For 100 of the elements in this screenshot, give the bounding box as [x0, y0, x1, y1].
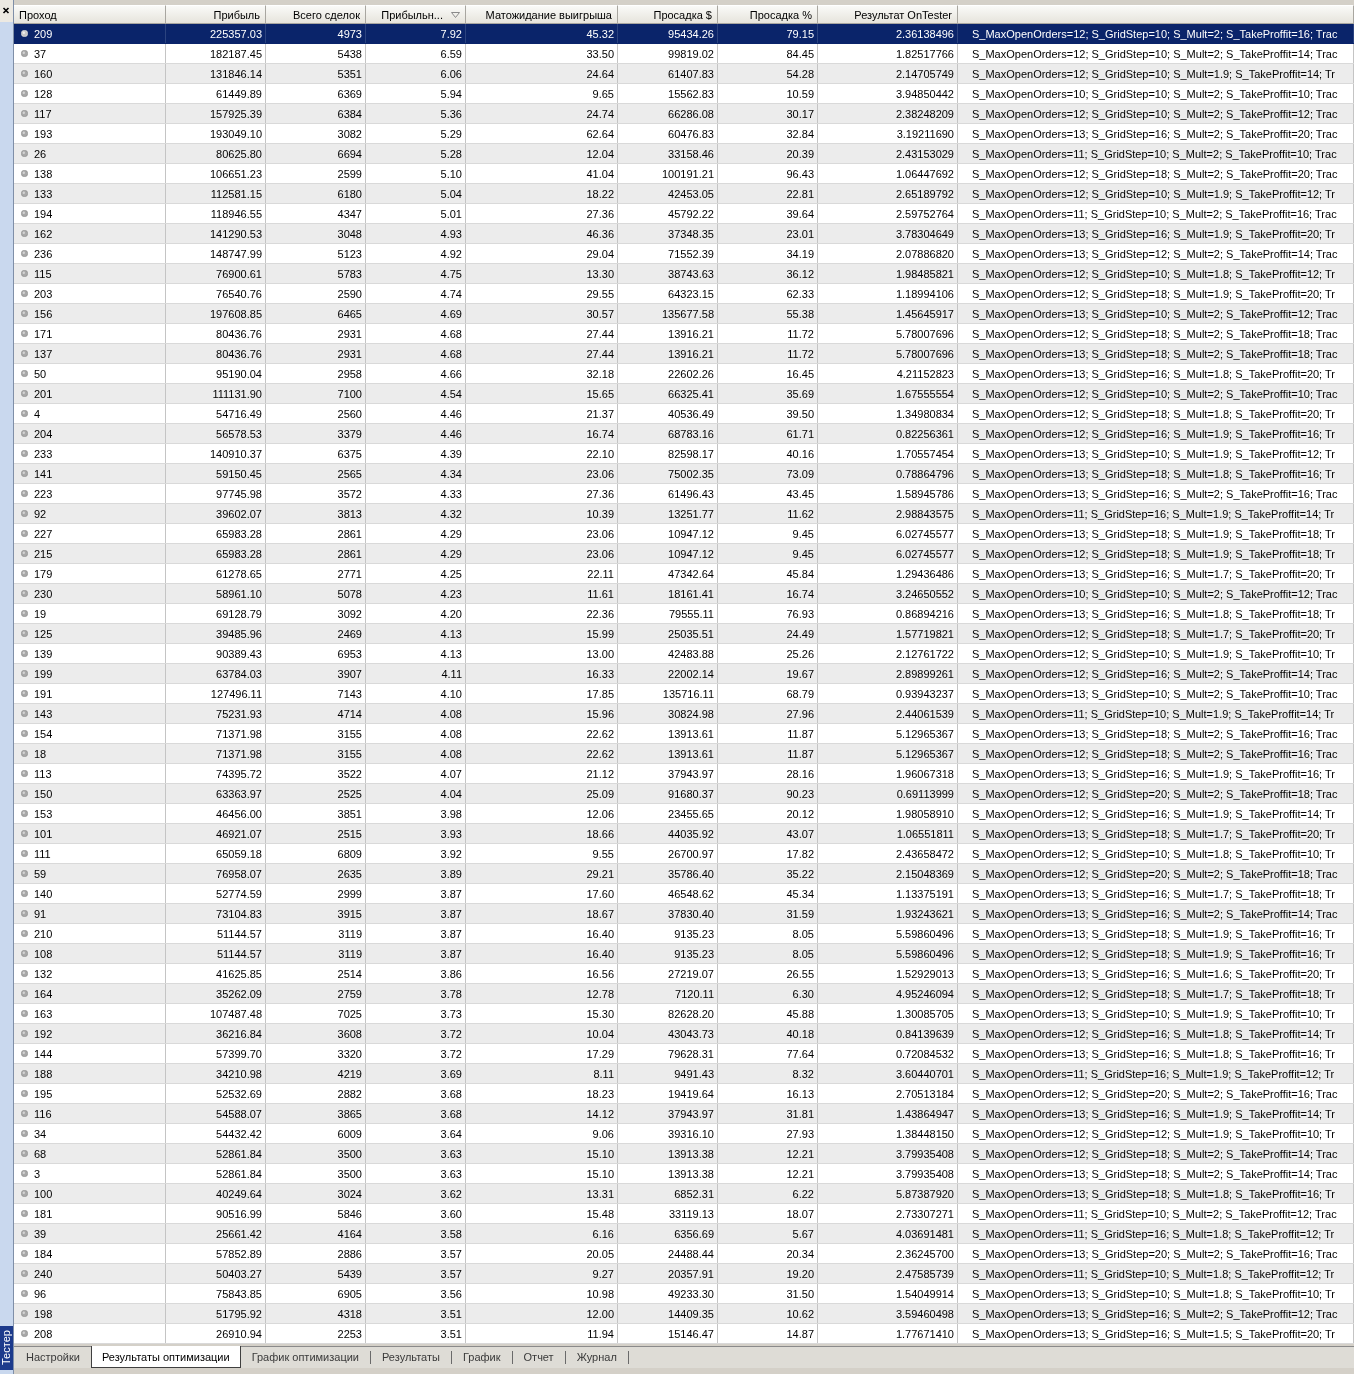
table-row[interactable]: 117 157925.39 6384 5.36 24.74 66286.08 30.17 2.38248209 S_MaxOpenOrders=12; S_GridStep=10; S_Mult=2; S_TakeProffit=12; Trac [14, 104, 1354, 124]
table-row[interactable]: 164 35262.09 2759 3.78 12.78 7120.11 6.30 4.95246094 S_MaxOpenOrders=12; S_GridStep=18; S_Mult=1.7; S_TakeProffit=18; Tr [14, 984, 1354, 1004]
table-row[interactable]: 184 57852.89 2886 3.57 20.05 24488.44 20.34 2.36245700 S_MaxOpenOrders=13; S_GridStep=20; S_Mult=2; S_TakeProffit=16; Trac [14, 1244, 1354, 1264]
table-row[interactable]: 50 95190.04 2958 4.66 32.18 22602.26 16.45 4.21152823 S_MaxOpenOrders=13; S_GridStep=16; S_Mult=1.8; S_TakeProffit=20; Tr [14, 364, 1354, 384]
table-row[interactable]: 233 140910.37 6375 4.39 22.10 82598.17 40.16 1.70557454 S_MaxOpenOrders=13; S_GridStep=10; S_Mult=1.9; S_TakeProffit=12; Tr [14, 444, 1354, 464]
column-header[interactable]: Прибыль [166, 5, 266, 24]
table-row[interactable]: 240 50403.27 5439 3.57 9.27 20357.91 19.20 2.47585739 S_MaxOpenOrders=11; S_GridStep=10; S_Mult=1.8; S_TakeProffit=12; Tr [14, 1264, 1354, 1284]
table-row[interactable]: 116 54588.07 3865 3.68 14.12 37943.97 31.81 1.43864947 S_MaxOpenOrders=13; S_GridStep=16; S_Mult=1.9; S_TakeProffit=14; Tr [14, 1104, 1354, 1124]
table-row[interactable]: 154 71371.98 3155 4.08 22.62 13913.61 11.87 5.12965367 S_MaxOpenOrders=13; S_GridStep=18; S_Mult=2; S_TakeProffit=16; Trac [14, 724, 1354, 744]
table-cell: 22.62 [466, 744, 618, 763]
column-header[interactable]: Всего сделок [266, 5, 366, 24]
table-row[interactable]: 132 41625.85 2514 3.86 16.56 27219.07 26.55 1.52929013 S_MaxOpenOrders=13; S_GridStep=16; S_Mult=1.6; S_TakeProffit=20; Tr [14, 964, 1354, 984]
table-row[interactable]: 230 58961.10 5078 4.23 11.61 18161.41 16.74 3.24650552 S_MaxOpenOrders=10; S_GridStep=10; S_Mult=2; S_TakeProffit=12; Trac [14, 584, 1354, 604]
table-row[interactable]: 199 63784.03 3907 4.11 16.33 22002.14 19.67 2.89899261 S_MaxOpenOrders=12; S_GridStep=16; S_Mult=2; S_TakeProffit=14; Trac [14, 664, 1354, 684]
table-row[interactable]: 59 76958.07 2635 3.89 29.21 35786.40 35.22 2.15048369 S_MaxOpenOrders=12; S_GridStep=20; S_Mult=2; S_TakeProffit=18; Trac [14, 864, 1354, 884]
tab[interactable]: Отчет [512, 1346, 565, 1368]
table-row[interactable]: 100 40249.64 3024 3.62 13.31 6852.31 6.22 5.87387920 S_MaxOpenOrders=13; S_GridStep=18; S_Mult=1.8; S_TakeProffit=16; Tr [14, 1184, 1354, 1204]
table-cell: 6180 [266, 184, 366, 203]
table-row[interactable]: 143 75231.93 4714 4.08 15.96 30824.98 27.96 2.44061539 S_MaxOpenOrders=11; S_GridStep=10; S_Mult=1.9; S_TakeProffit=14; Tr [14, 704, 1354, 724]
table-row[interactable]: 111 65059.18 6809 3.92 9.55 26700.97 17.82 2.43658472 S_MaxOpenOrders=12; S_GridStep=10; S_Mult=1.8; S_TakeProffit=10; Tr [14, 844, 1354, 864]
table-cell: 40.18 [718, 1024, 818, 1043]
table-row[interactable]: 204 56578.53 3379 4.46 16.74 68783.16 61.71 0.82256361 S_MaxOpenOrders=12; S_GridStep=16; S_Mult=1.9; S_TakeProffit=16; Tr [14, 424, 1354, 444]
tab[interactable]: Результаты оптимизации [90, 1346, 241, 1368]
tab[interactable]: Результаты [371, 1346, 451, 1368]
dot-icon [21, 1170, 28, 1177]
column-header[interactable]: Просадка % [718, 5, 818, 24]
table-cell: 1.43864947 [818, 1104, 958, 1123]
tab[interactable]: График [451, 1346, 512, 1368]
table-row[interactable]: 133 112581.15 6180 5.04 18.22 42453.05 22.81 2.65189792 S_MaxOpenOrders=12; S_GridStep=10; S_Mult=1.9; S_TakeProffit=12; Tr [14, 184, 1354, 204]
table-row[interactable]: 163 107487.48 7025 3.73 15.30 82628.20 45.88 1.30085705 S_MaxOpenOrders=13; S_GridStep=10; S_Mult=1.9; S_TakeProffit=10; Tr [14, 1004, 1354, 1024]
table-row[interactable]: 181 90516.99 5846 3.60 15.48 33119.13 18.07 2.73307271 S_MaxOpenOrders=11; S_GridStep=10; S_Mult=2; S_TakeProffit=12; Trac [14, 1204, 1354, 1224]
column-header[interactable]: Матожидание выигрыша [466, 5, 618, 24]
table-cell: 3.93 [366, 824, 466, 843]
table-row[interactable]: 138 106651.23 2599 5.10 41.04 100191.21 96.43 1.06447692 S_MaxOpenOrders=12; S_GridStep=18; S_Mult=2; S_TakeProffit=20; Trac [14, 164, 1354, 184]
table-row[interactable]: 92 39602.07 3813 4.32 10.39 13251.77 11.62 2.98843575 S_MaxOpenOrders=11; S_GridStep=16; S_Mult=1.9; S_TakeProffit=14; Tr [14, 504, 1354, 524]
table-row[interactable]: 139 90389.43 6953 4.13 13.00 42483.88 25.26 2.12761722 S_MaxOpenOrders=12; S_GridStep=10; S_Mult=1.9; S_TakeProffit=10; Tr [14, 644, 1354, 664]
column-header[interactable]: Прибыльн... [366, 5, 466, 24]
table-cell: 1.34980834 [818, 404, 958, 423]
table-row[interactable]: 223 97745.98 3572 4.33 27.36 61496.43 43.45 1.58945786 S_MaxOpenOrders=13; S_GridStep=16; S_Mult=2; S_TakeProffit=16; Trac [14, 484, 1354, 504]
table-row[interactable]: 191 127496.11 7143 4.10 17.85 135716.11 68.79 0.93943237 S_MaxOpenOrders=13; S_GridStep=10; S_Mult=2; S_TakeProffit=10; Trac [14, 684, 1354, 704]
table-row[interactable]: 91 73104.83 3915 3.87 18.67 37830.40 31.59 1.93243621 S_MaxOpenOrders=13; S_GridStep=16; S_Mult=2; S_TakeProffit=14; Trac [14, 904, 1354, 924]
table-cell: 8.05 [718, 924, 818, 943]
table-row[interactable]: 179 61278.65 2771 4.25 22.11 47342.64 45.84 1.29436486 S_MaxOpenOrders=13; S_GridStep=16; S_Mult=1.7; S_TakeProffit=20; Tr [14, 564, 1354, 584]
tab[interactable]: График оптимизации [240, 1346, 370, 1368]
table-row[interactable]: 193 193049.10 3082 5.29 62.64 60476.83 32.84 3.19211690 S_MaxOpenOrders=13; S_GridStep=16; S_Mult=2; S_TakeProffit=20; Trac [14, 124, 1354, 144]
table-cell: 33.50 [466, 44, 618, 63]
table-row[interactable]: 39 25661.42 4164 3.58 6.16 6356.69 5.67 4.03691481 S_MaxOpenOrders=11; S_GridStep=16; S_Mult=1.8; S_TakeProffit=12; Tr [14, 1224, 1354, 1244]
table-row[interactable]: 160 131846.14 5351 6.06 24.64 61407.83 54.28 2.14705749 S_MaxOpenOrders=12; S_GridStep=10; S_Mult=1.9; S_TakeProffit=14; Tr [14, 64, 1354, 84]
table-row[interactable]: 198 51795.92 4318 3.51 12.00 14409.35 10.62 3.59460498 S_MaxOpenOrders=13; S_GridStep=16; S_Mult=2; S_TakeProffit=12; Trac [14, 1304, 1354, 1324]
tab[interactable]: Настройки [15, 1346, 91, 1368]
table-cell: 5.28 [366, 144, 466, 163]
table-row[interactable]: 188 34210.98 4219 3.69 8.11 9491.43 8.32 3.60440701 S_MaxOpenOrders=11; S_GridStep=16; S_Mult=1.9; S_TakeProffit=12; Tr [14, 1064, 1354, 1084]
table-row[interactable]: 68 52861.84 3500 3.63 15.10 13913.38 12.21 3.79935408 S_MaxOpenOrders=12; S_GridStep=18; S_Mult=2; S_TakeProffit=14; Trac [14, 1144, 1354, 1164]
pass-number: 133 [34, 187, 53, 200]
table-row[interactable]: 4 54716.49 2560 4.46 21.37 40536.49 39.50 1.34980834 S_MaxOpenOrders=12; S_GridStep=18; S_Mult=1.8; S_TakeProffit=20; Tr [14, 404, 1354, 424]
table-row[interactable]: 236 148747.99 5123 4.92 29.04 71552.39 34.19 2.07886820 S_MaxOpenOrders=13; S_GridStep=12; S_Mult=2; S_TakeProffit=14; Trac [14, 244, 1354, 264]
table-cell: 97745.98 [166, 484, 266, 503]
table-row[interactable]: 209 225357.03 4973 7.92 45.32 95434.26 79.15 2.36138496 S_MaxOpenOrders=12; S_GridStep=10; S_Mult=2; S_TakeProffit=16; Trac [14, 24, 1354, 44]
table-cell: 13916.21 [618, 344, 718, 363]
table-row[interactable]: 18 71371.98 3155 4.08 22.62 13913.61 11.87 5.12965367 S_MaxOpenOrders=12; S_GridStep=18; S_Mult=2; S_TakeProffit=16; Trac [14, 744, 1354, 764]
table-row[interactable]: 192 36216.84 3608 3.72 10.04 43043.73 40.18 0.84139639 S_MaxOpenOrders=12; S_GridStep=16; S_Mult=1.8; S_TakeProffit=14; Tr [14, 1024, 1354, 1044]
table-row[interactable]: 171 80436.76 2931 4.68 27.44 13916.21 11.72 5.78007696 S_MaxOpenOrders=12; S_GridStep=18; S_Mult=2; S_TakeProffit=18; Trac [14, 324, 1354, 344]
table-row[interactable]: 137 80436.76 2931 4.68 27.44 13916.21 11.72 5.78007696 S_MaxOpenOrders=13; S_GridStep=18; S_Mult=2; S_TakeProffit=18; Trac [14, 344, 1354, 364]
column-header[interactable]: Просадка $ [618, 5, 718, 24]
table-row[interactable]: 37 182187.45 5438 6.59 33.50 99819.02 84.45 1.82517766 S_MaxOpenOrders=12; S_GridStep=10; S_Mult=2; S_TakeProffit=14; Trac [14, 44, 1354, 64]
table-cell: 5439 [266, 1264, 366, 1283]
table-row[interactable]: 227 65983.28 2861 4.29 23.06 10947.12 9.45 6.02745577 S_MaxOpenOrders=13; S_GridStep=18; S_Mult=1.9; S_TakeProffit=18; Tr [14, 524, 1354, 544]
table-row[interactable]: 101 46921.07 2515 3.93 18.66 44035.92 43.07 1.06551811 S_MaxOpenOrders=13; S_GridStep=18; S_Mult=1.7; S_TakeProffit=20; Tr [14, 824, 1354, 844]
table-row[interactable]: 153 46456.00 3851 3.98 12.06 23455.65 20.12 1.98058910 S_MaxOpenOrders=12; S_GridStep=16; S_Mult=1.9; S_TakeProffit=14; Tr [14, 804, 1354, 824]
table-row[interactable]: 108 51144.57 3119 3.87 16.40 9135.23 8.05 5.59860496 S_MaxOpenOrders=12; S_GridStep=18; S_Mult=1.9; S_TakeProffit=16; Tr [14, 944, 1354, 964]
table-cell: S_MaxOpenOrders=10; S_GridStep=10; S_Mult=2; S_TakeProffit=10; Trac [958, 84, 1354, 103]
table-row[interactable]: 34 54432.42 6009 3.64 9.06 39316.10 27.93 1.38448150 S_MaxOpenOrders=12; S_GridStep=12; S_Mult=1.9; S_TakeProffit=10; Tr [14, 1124, 1354, 1144]
table-row[interactable]: 26 80625.80 6694 5.28 12.04 33158.46 20.39 2.43153029 S_MaxOpenOrders=11; S_GridStep=10; S_Mult=2; S_TakeProffit=10; Trac [14, 144, 1354, 164]
table-row[interactable]: 195 52532.69 2882 3.68 18.23 19419.64 16.13 2.70513184 S_MaxOpenOrders=12; S_GridStep=20; S_Mult=2; S_TakeProffit=16; Trac [14, 1084, 1354, 1104]
table-row[interactable]: 125 39485.96 2469 4.13 15.99 25035.51 24.49 1.57719821 S_MaxOpenOrders=12; S_GridStep=18; S_Mult=1.7; S_TakeProffit=20; Tr [14, 624, 1354, 644]
table-row[interactable]: 115 76900.61 5783 4.75 13.30 38743.63 36.12 1.98485821 S_MaxOpenOrders=12; S_GridStep=10; S_Mult=1.8; S_TakeProffit=12; Tr [14, 264, 1354, 284]
table-row[interactable]: 144 57399.70 3320 3.72 17.29 79628.31 77.64 0.72084532 S_MaxOpenOrders=13; S_GridStep=16; S_Mult=1.8; S_TakeProffit=16; Tr [14, 1044, 1354, 1064]
table-row[interactable]: 201 111131.90 7100 4.54 15.65 66325.41 35.69 1.67555554 S_MaxOpenOrders=12; S_GridStep=10; S_Mult=2; S_TakeProffit=10; Trac [14, 384, 1354, 404]
close-icon[interactable] [0, 0, 13, 22]
table-row[interactable]: 3 52861.84 3500 3.63 15.10 13913.38 12.21 3.79935408 S_MaxOpenOrders=13; S_GridStep=18; S_Mult=2; S_TakeProffit=14; Trac [14, 1164, 1354, 1184]
table-row[interactable]: 156 197608.85 6465 4.69 30.57 135677.58 55.38 1.45645917 S_MaxOpenOrders=13; S_GridStep=10; S_Mult=2; S_TakeProffit=12; Trac [14, 304, 1354, 324]
table-row[interactable]: 19 69128.79 3092 4.20 22.36 79555.11 76.93 0.86894216 S_MaxOpenOrders=13; S_GridStep=16; S_Mult=1.8; S_TakeProffit=18; Tr [14, 604, 1354, 624]
column-header[interactable]: Проход [14, 5, 166, 24]
table-cell: 1.18994106 [818, 284, 958, 303]
table-cell: S_MaxOpenOrders=13; S_GridStep=18; S_Mult=2; S_TakeProffit=14; Trac [958, 1164, 1354, 1183]
table-row[interactable]: 208 26910.94 2253 3.51 11.94 15146.47 14.87 1.77671410 S_MaxOpenOrders=13; S_GridStep=16; S_Mult=1.5; S_TakeProffit=20; Tr [14, 1324, 1354, 1344]
table-row[interactable]: 140 52774.59 2999 3.87 17.60 46548.62 45.34 1.13375191 S_MaxOpenOrders=13; S_GridStep=16; S_Mult=1.7; S_TakeProffit=18; Tr [14, 884, 1354, 904]
table-row[interactable]: 113 74395.72 3522 4.07 21.12 37943.97 28.16 1.96067318 S_MaxOpenOrders=13; S_GridStep=16; S_Mult=1.9; S_TakeProffit=16; Tr [14, 764, 1354, 784]
table-row[interactable]: 215 65983.28 2861 4.29 23.06 10947.12 9.45 6.02745577 S_MaxOpenOrders=12; S_GridStep=18; S_Mult=1.9; S_TakeProffit=18; Tr [14, 544, 1354, 564]
table-row[interactable]: 141 59150.45 2565 4.34 23.06 75002.35 73.09 0.78864796 S_MaxOpenOrders=13; S_GridStep=18; S_Mult=1.8; S_TakeProffit=16; Tr [14, 464, 1354, 484]
tab[interactable]: Журнал [565, 1346, 628, 1368]
table-row[interactable]: 128 61449.89 6369 5.94 9.65 15562.83 10.59 3.94850442 S_MaxOpenOrders=10; S_GridStep=10; S_Mult=2; S_TakeProffit=10; Trac [14, 84, 1354, 104]
table-row[interactable]: 194 118946.55 4347 5.01 27.36 45792.22 39.64 2.59752764 S_MaxOpenOrders=11; S_GridStep=10; S_Mult=2; S_TakeProffit=16; Trac [14, 204, 1354, 224]
table-row[interactable]: 210 51144.57 3119 3.87 16.40 9135.23 8.05 5.59860496 S_MaxOpenOrders=13; S_GridStep=18; S_Mult=1.9; S_TakeProffit=16; Tr [14, 924, 1354, 944]
column-header[interactable]: Результат OnTester [818, 5, 958, 24]
side-tab[interactable]: Тестер [0, 1326, 13, 1370]
table-row[interactable]: 203 76540.76 2590 4.74 29.55 64323.15 62.33 1.18994106 S_MaxOpenOrders=12; S_GridStep=18; S_Mult=1.9; S_TakeProffit=20; Tr [14, 284, 1354, 304]
table-row[interactable]: 150 63363.97 2525 4.04 25.09 91680.37 90.23 0.69113999 S_MaxOpenOrders=12; S_GridStep=20; S_Mult=2; S_TakeProffit=18; Trac [14, 784, 1354, 804]
table-row[interactable]: 96 75843.85 6905 3.56 10.98 49233.30 31.50 1.54049914 S_MaxOpenOrders=13; S_GridStep=10; S_Mult=1.8; S_TakeProffit=10; Tr [14, 1284, 1354, 1304]
table-row[interactable]: 162 141290.53 3048 4.93 46.36 37348.35 23.01 3.78304649 S_MaxOpenOrders=13; S_GridStep=16; S_Mult=1.9; S_TakeProffit=20; Tr [14, 224, 1354, 244]
